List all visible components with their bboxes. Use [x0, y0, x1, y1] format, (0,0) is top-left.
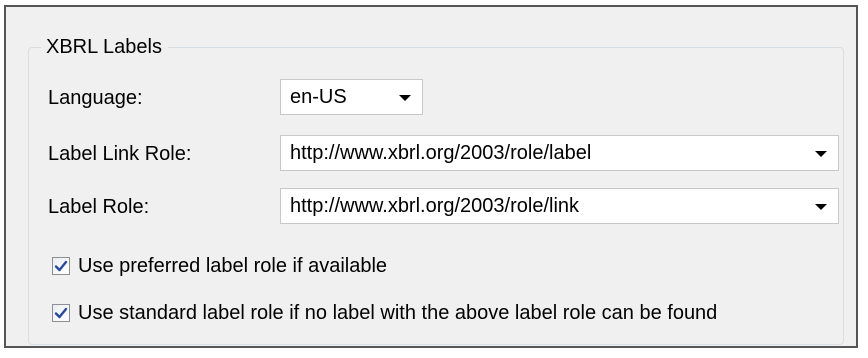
- label-link-role-value: http://www.xbrl.org/2003/role/label: [290, 142, 592, 164]
- preferred-label-role-label[interactable]: Use preferred label role if available: [78, 254, 387, 278]
- standard-label-role-label[interactable]: Use standard label role if no label with…: [78, 301, 717, 325]
- language-label: Language:: [48, 87, 143, 109]
- preferred-label-role-checkbox[interactable]: [52, 257, 70, 275]
- label-role-value: http://www.xbrl.org/2003/role/link: [290, 195, 580, 217]
- label-role-label: Label Role:: [48, 196, 150, 218]
- group-title: XBRL Labels: [41, 36, 168, 58]
- language-dropdown[interactable]: en-US: [280, 79, 423, 115]
- label-link-role-dropdown[interactable]: http://www.xbrl.org/2003/role/label: [280, 135, 839, 171]
- label-role-dropdown[interactable]: http://www.xbrl.org/2003/role/link: [280, 188, 839, 224]
- chevron-down-icon[interactable]: [815, 204, 827, 210]
- settings-panel: XBRL Labels Language: en-US Label Link R…: [4, 5, 858, 348]
- chevron-down-icon[interactable]: [815, 151, 827, 157]
- label-link-role-label: Label Link Role:: [48, 143, 192, 165]
- chevron-down-icon[interactable]: [399, 95, 411, 101]
- checkmark-icon: [54, 260, 68, 272]
- standard-label-role-checkbox[interactable]: [52, 304, 70, 322]
- checkmark-icon: [54, 307, 68, 319]
- language-value: en-US: [290, 86, 347, 108]
